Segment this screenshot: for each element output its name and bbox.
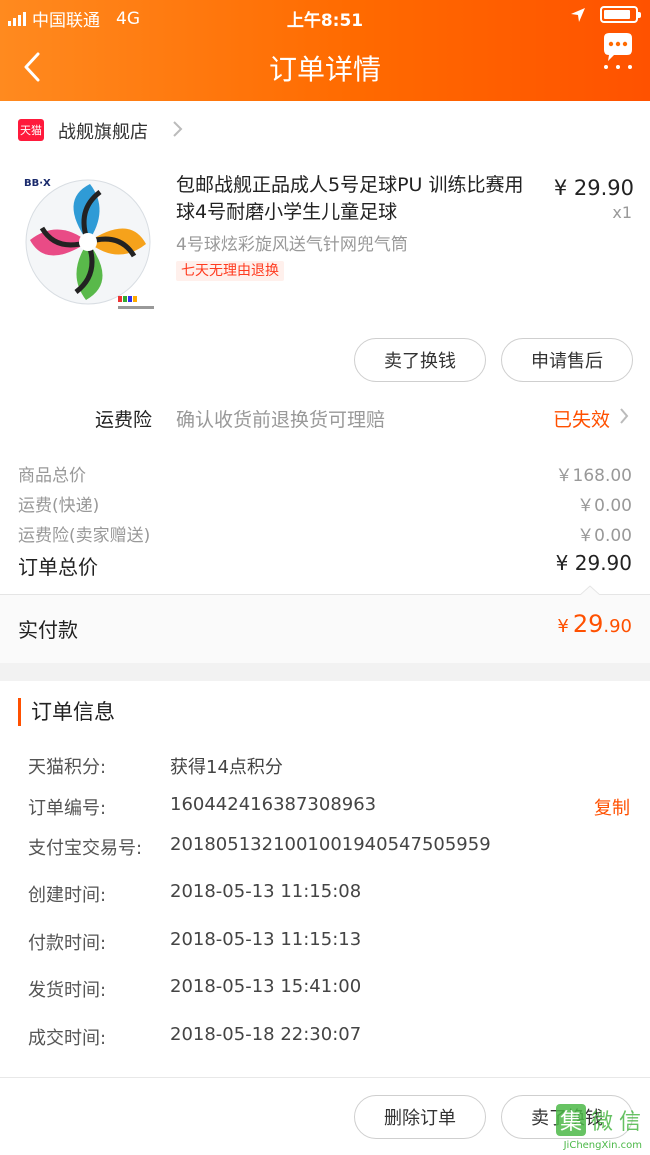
- svg-text:BB·X: BB·X: [24, 178, 51, 189]
- tmall-logo-icon: 天猫: [18, 119, 44, 141]
- sell-button[interactable]: 卖了换钱: [354, 338, 486, 382]
- svg-text:微: 微: [591, 1110, 613, 1135]
- location-icon: [571, 7, 585, 22]
- svg-text:集: 集: [560, 1110, 582, 1135]
- status-bar: 中国联通 4G 上午8:51: [0, 0, 650, 34]
- product-image[interactable]: BB·X: [18, 170, 158, 318]
- insurance-desc: 确认收货前退换货可理赔: [176, 409, 386, 431]
- shop-name: 战舰旗舰店: [58, 122, 148, 143]
- paid-label: 实付款: [18, 618, 78, 642]
- divider: [0, 1077, 650, 1078]
- copy-button[interactable]: 复制: [594, 794, 630, 820]
- return-policy-badge: 七天无理由退换: [176, 261, 284, 281]
- delete-order-button[interactable]: 删除订单: [354, 1095, 486, 1139]
- paid-amount: ¥29.90: [557, 610, 632, 638]
- app-header: 中国联通 4G 上午8:51 订单详情: [0, 0, 650, 101]
- product-title[interactable]: 包邮战舰正品成人5号足球PU 训练比赛用球4号耐磨小学生儿童足球: [176, 172, 541, 226]
- chevron-right-icon: [173, 121, 183, 137]
- page-title: 订单详情: [268, 53, 381, 86]
- clock: 上午8:51: [286, 11, 364, 31]
- order-info-title: 订单信息: [18, 698, 115, 726]
- after-sale-button[interactable]: 申请售后: [501, 338, 633, 382]
- message-bubble-icon[interactable]: [598, 30, 638, 70]
- paid-amount-row: 实付款 ¥29.90: [0, 595, 650, 663]
- section-gap: [0, 663, 650, 681]
- svg-text:信: 信: [619, 1110, 641, 1135]
- product-sku: 4号球炫彩旋风送气针网兜气筒: [176, 235, 408, 255]
- shop-row[interactable]: 天猫 战舰旗舰店: [0, 101, 650, 159]
- watermark-url: JiChengXin.com: [563, 1140, 642, 1151]
- chevron-right-icon[interactable]: [618, 406, 630, 426]
- battery-icon: [600, 6, 641, 23]
- product-price: ¥ 29.90: [553, 176, 634, 200]
- product-quantity: x1: [612, 203, 632, 222]
- insurance-label: 运费险: [95, 409, 153, 431]
- insurance-status[interactable]: 已失效: [553, 405, 610, 432]
